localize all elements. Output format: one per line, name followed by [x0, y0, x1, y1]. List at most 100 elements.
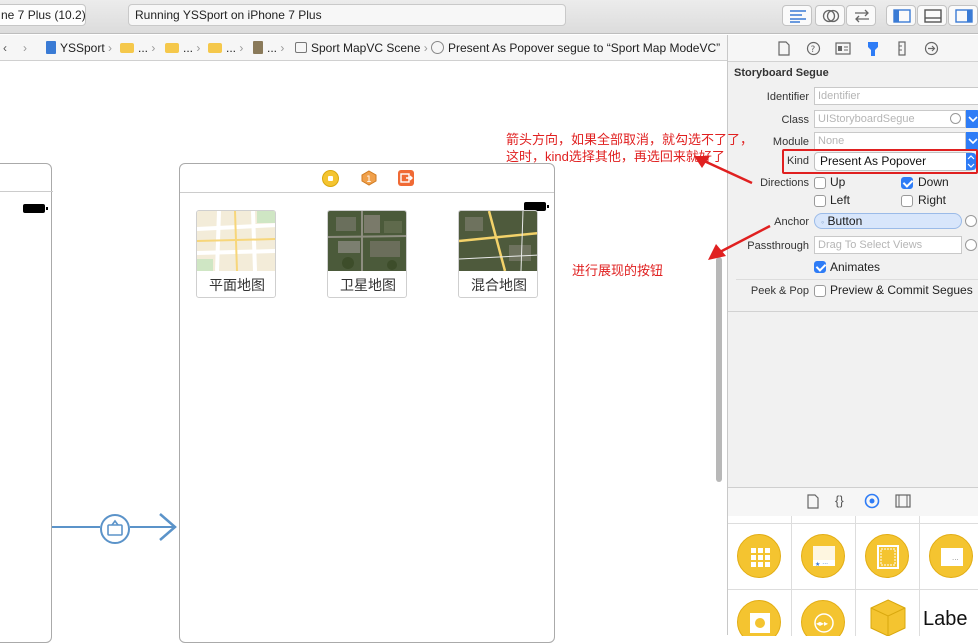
- identifier-label: Identifier: [766, 91, 809, 103]
- media-library-icon[interactable]: [895, 494, 911, 508]
- breadcrumb-scene[interactable]: Sport MapVC Scene ›: [295, 35, 428, 60]
- direction-left-label: Left: [830, 193, 851, 207]
- standard-map-thumbnail: [197, 211, 275, 271]
- view-icon: ···: [929, 534, 973, 578]
- annotation-direction-note-line1: 箭头方向，如果全部取消，就勾选不了了，: [506, 132, 754, 147]
- map-button-label: 平面地图: [209, 277, 265, 293]
- identity-inspector-icon[interactable]: [835, 41, 851, 56]
- file-template-icon[interactable]: [806, 494, 820, 509]
- library-item-tab-bar-controller[interactable]: ★ ···: [792, 524, 856, 590]
- library-item-collection-view[interactable]: [728, 524, 792, 590]
- passthrough-circle-icon[interactable]: [965, 239, 977, 251]
- breadcrumb-label: ...: [183, 41, 194, 55]
- module-dropdown-arrow[interactable]: [966, 132, 978, 150]
- sport-map-scene[interactable]: 1 平面地图 卫星地图 混合地图: [179, 163, 555, 643]
- annotation-anchor-note: 进行展现的按钮: [572, 263, 664, 278]
- anchor-circle-icon[interactable]: [965, 215, 977, 227]
- map-button-label: 卫星地图: [340, 277, 396, 293]
- animates-label: Animates: [830, 260, 881, 274]
- size-inspector-icon[interactable]: [896, 41, 908, 56]
- library-item-object[interactable]: [856, 590, 920, 636]
- standard-map-button[interactable]: 平面地图: [196, 210, 276, 298]
- module-field[interactable]: None: [814, 132, 966, 150]
- peek-pop-label: Peek & Pop: [750, 285, 809, 297]
- forward-chevron-icon[interactable]: ›: [23, 35, 27, 60]
- svg-text:···: ···: [952, 556, 959, 564]
- quick-help-icon[interactable]: ?: [806, 41, 821, 56]
- popover-segue-icon[interactable]: [100, 514, 130, 544]
- attributes-inspector-icon[interactable]: [865, 41, 881, 57]
- canvas-vertical-scrollbar[interactable]: [716, 257, 722, 482]
- right-panel-icon: [955, 9, 973, 23]
- collection-grid-icon: [737, 534, 781, 578]
- library-item-container-view[interactable]: [856, 524, 920, 590]
- breadcrumb-label: ...: [267, 41, 278, 55]
- battery-icon: [23, 204, 48, 213]
- first-responder-icon[interactable]: 1: [361, 170, 377, 186]
- breadcrumb-folder-2[interactable]: ... ›: [165, 35, 200, 60]
- breadcrumb-storyboard[interactable]: ... ›: [253, 35, 284, 60]
- scheme-selector[interactable]: ne 7 Plus (10.2): [0, 4, 86, 26]
- direction-down-label: Down: [918, 175, 949, 189]
- kind-stepper-icon[interactable]: [966, 153, 976, 170]
- left-panel-icon: [893, 9, 911, 23]
- svg-text:◂▸▸: ◂▸▸: [816, 619, 828, 628]
- library-item-av-player[interactable]: ◂▸▸: [792, 590, 856, 636]
- library-item-view[interactable]: ···: [920, 524, 978, 590]
- svg-text:1: 1: [366, 175, 372, 185]
- exit-icon[interactable]: [398, 170, 414, 186]
- hybrid-map-button[interactable]: 混合地图: [458, 210, 538, 298]
- object-library-icon[interactable]: [864, 493, 880, 509]
- scene-icon: [295, 42, 307, 53]
- container-view-icon: [865, 534, 909, 578]
- map-button-label: 混合地图: [471, 277, 527, 293]
- source-scene[interactable]: [0, 163, 53, 643]
- anchor-token-icon: ◦: [821, 217, 825, 227]
- storyboard-file-icon: [253, 41, 263, 54]
- direction-down-checkbox[interactable]: [901, 177, 913, 189]
- connections-inspector-icon[interactable]: [924, 41, 939, 56]
- code-snippet-icon[interactable]: {}: [835, 493, 844, 508]
- direction-right-checkbox[interactable]: [901, 195, 913, 207]
- folder-icon: [208, 43, 222, 53]
- passthrough-field[interactable]: Drag To Select Views: [814, 236, 962, 254]
- toggle-debug-area-button[interactable]: [917, 5, 947, 26]
- anchor-value: Button: [827, 214, 863, 228]
- attributes-inspector: ? Storyboard Segue Identifier Identifier…: [727, 35, 978, 636]
- back-chevron-icon[interactable]: ‹: [3, 35, 7, 60]
- kind-label: Kind: [787, 155, 810, 167]
- breadcrumb-project[interactable]: YSSport ›: [46, 35, 112, 60]
- peek-pop-checkbox[interactable]: [814, 285, 826, 297]
- scene-divider: [0, 191, 53, 192]
- kind-popup[interactable]: Present As Popover: [814, 152, 974, 171]
- class-field[interactable]: UIStoryboardSegue: [814, 110, 966, 128]
- version-editor-button[interactable]: [846, 5, 876, 26]
- breadcrumb-label: Present As Popover segue to “Sport Map M…: [448, 41, 721, 55]
- peek-pop-value: Preview & Commit Segues: [830, 283, 973, 297]
- toggle-utilities-button[interactable]: [948, 5, 978, 26]
- class-label: Class: [781, 114, 809, 126]
- align-lines-icon: [790, 10, 806, 23]
- view-controller-icon[interactable]: [322, 170, 339, 187]
- file-inspector-icon[interactable]: [777, 41, 791, 56]
- breadcrumb-folder-1[interactable]: ... ›: [120, 35, 155, 60]
- direction-left-checkbox[interactable]: [814, 195, 826, 207]
- class-dropdown-arrow[interactable]: [966, 110, 978, 128]
- direction-up-checkbox[interactable]: [814, 177, 826, 189]
- breadcrumb-folder-3[interactable]: ... ›: [208, 35, 243, 60]
- breadcrumb-label: ...: [226, 41, 237, 55]
- satellite-map-button[interactable]: 卫星地图: [327, 210, 407, 298]
- folder-icon: [120, 43, 134, 53]
- library-item-image-view[interactable]: [728, 590, 792, 636]
- breadcrumb-segue[interactable]: Present As Popover segue to “Sport Map M…: [431, 35, 721, 60]
- anchor-token[interactable]: ◦ Button: [814, 213, 962, 229]
- cube-icon: [870, 599, 906, 636]
- identifier-field[interactable]: Identifier: [814, 87, 978, 105]
- direction-up-label: Up: [830, 175, 846, 189]
- assistant-editor-button[interactable]: [815, 5, 845, 26]
- class-go-icon[interactable]: [950, 113, 961, 124]
- toggle-navigator-button[interactable]: [886, 5, 916, 26]
- library-item-label[interactable]: Labe: [920, 590, 978, 636]
- animates-checkbox[interactable]: [814, 261, 826, 273]
- standard-editor-button[interactable]: [782, 5, 812, 26]
